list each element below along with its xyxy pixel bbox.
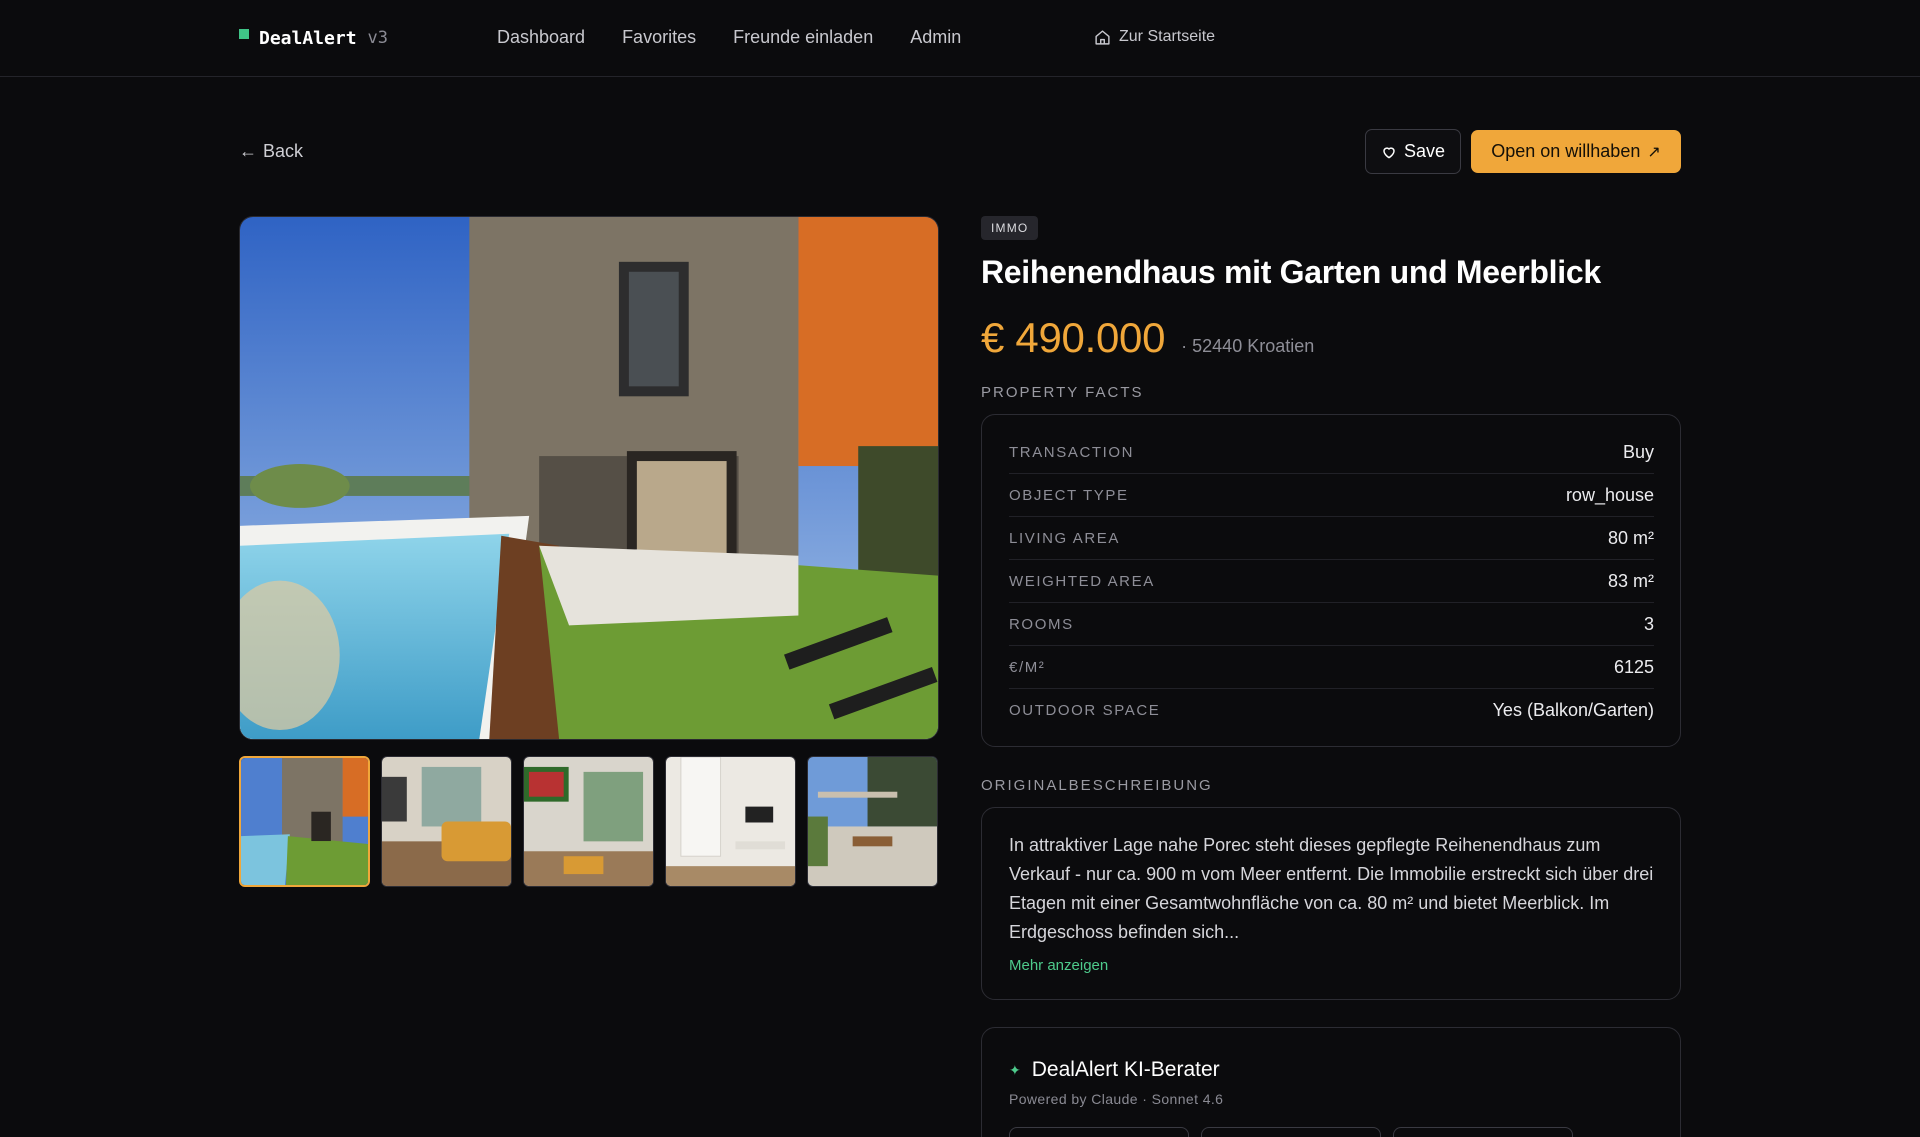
thumb-living-room xyxy=(382,757,511,886)
save-button[interactable]: Save xyxy=(1365,129,1461,174)
fact-value: Buy xyxy=(1622,441,1654,462)
fact-key: €/M² xyxy=(1009,658,1046,676)
listing-details: IMMO Reihenendhaus mit Garten und Meerbl… xyxy=(981,216,1681,1137)
ai-prompt-chip[interactable] xyxy=(1009,1127,1189,1137)
ai-advisor-title: DealAlert KI-Berater xyxy=(1031,1058,1220,1081)
brand-version: v3 xyxy=(367,28,389,48)
ai-advisor-subtitle: Powered by Claude · Sonnet 4.6 xyxy=(1009,1091,1224,1107)
fact-row-living-area: LIVING AREA 80 m² xyxy=(1009,517,1654,560)
fact-row-price-per-sqm: €/M² 6125 xyxy=(1009,646,1654,689)
arrow-left-icon: ← xyxy=(239,141,257,161)
fact-value: 6125 xyxy=(1613,656,1654,677)
home-icon xyxy=(1095,29,1110,45)
main-nav: Dashboard Favorites Freunde einladen Adm… xyxy=(497,25,961,49)
listing-title: Reihenendhaus mit Garten und Meerblick xyxy=(981,254,1601,290)
property-facts-label: PROPERTY FACTS xyxy=(981,384,1144,401)
fact-row-outdoor-space: OUTDOOR SPACE Yes (Balkon/Garten) xyxy=(1009,689,1654,732)
nav-favorites[interactable]: Favorites xyxy=(622,25,696,49)
thumbnail-strip xyxy=(239,756,938,887)
listing-price: € 490.000 xyxy=(981,314,1166,361)
fact-key: ROOMS xyxy=(1009,615,1074,633)
fact-value: Yes (Balkon/Garten) xyxy=(1492,700,1654,720)
fact-key: OUTDOOR SPACE xyxy=(1009,702,1161,719)
home-link-label: Zur Startseite xyxy=(1119,28,1216,45)
main-photo[interactable] xyxy=(239,216,939,740)
thumbnail-3[interactable] xyxy=(523,756,654,887)
ai-prompt-chip[interactable] xyxy=(1201,1127,1381,1137)
ai-prompt-chips xyxy=(1009,1127,1654,1137)
fact-row-transaction: TRANSACTION Buy xyxy=(1009,431,1654,474)
home-link[interactable]: Zur Startseite xyxy=(1094,26,1215,48)
thumbnail-4[interactable] xyxy=(665,756,796,887)
thumb-tv-living-area xyxy=(524,757,653,886)
back-label: Back xyxy=(263,141,304,161)
thumb-bedroom xyxy=(666,757,795,886)
brand-square-icon xyxy=(239,29,249,39)
fact-key: WEIGHTED AREA xyxy=(1009,572,1155,590)
fact-value: 80 m² xyxy=(1607,527,1654,548)
thumb-garden-pergola xyxy=(808,757,937,886)
fact-row-rooms: ROOMS 3 xyxy=(1009,603,1654,646)
external-arrow-icon: ↗ xyxy=(1647,143,1661,161)
top-navigation: DealAlert v3 Dashboard Favorites Freunde… xyxy=(0,0,1920,77)
description-label: ORIGINALBESCHREIBUNG xyxy=(981,777,1213,794)
fact-key: LIVING AREA xyxy=(1009,529,1120,547)
nav-admin[interactable]: Admin xyxy=(910,25,961,49)
fact-key: OBJECT TYPE xyxy=(1009,486,1129,504)
fact-value: row_house xyxy=(1565,484,1654,505)
brand-name: DealAlert xyxy=(259,27,357,49)
save-label: Save xyxy=(1403,141,1446,161)
ai-advisor-card: ✦ DealAlert KI-Berater Powered by Claude… xyxy=(981,1027,1681,1137)
thumb-pool-exterior xyxy=(241,758,368,885)
ai-advisor-header: ✦ DealAlert KI-Berater xyxy=(1009,1058,1654,1082)
sparkle-icon: ✦ xyxy=(1009,1061,1021,1078)
listing-location: · 52440 Kroatien xyxy=(1181,336,1315,356)
thumbnail-5[interactable] xyxy=(807,756,938,887)
show-more-link[interactable]: Mehr anzeigen xyxy=(1009,957,1108,974)
open-on-willhaben-button[interactable]: Open on willhaben ↗ xyxy=(1471,130,1681,173)
fact-row-object-type: OBJECT TYPE row_house xyxy=(1009,474,1654,517)
nav-invite-friends[interactable]: Freunde einladen xyxy=(733,25,873,49)
brand-logo[interactable]: DealAlert v3 xyxy=(239,26,388,50)
fact-row-weighted-area: WEIGHTED AREA 83 m² xyxy=(1009,560,1654,603)
back-link[interactable]: ← Back xyxy=(239,139,303,163)
price-row: € 490.000 · 52440 Kroatien xyxy=(981,314,1681,362)
heart-icon xyxy=(1383,146,1395,158)
description-text: In attraktiver Lage nahe Porec steht die… xyxy=(1009,835,1654,942)
pool-garden-photo xyxy=(240,217,938,739)
fact-key: TRANSACTION xyxy=(1009,443,1135,461)
fact-value: 83 m² xyxy=(1607,570,1654,591)
nav-dashboard[interactable]: Dashboard xyxy=(497,25,585,49)
fact-value: 3 xyxy=(1643,613,1654,634)
open-label: Open on willhaben xyxy=(1491,141,1641,161)
thumbnail-2[interactable] xyxy=(381,756,512,887)
ai-prompt-chip[interactable] xyxy=(1393,1127,1573,1137)
category-badge: IMMO xyxy=(981,216,1039,240)
property-facts-card: TRANSACTION Buy OBJECT TYPE row_house LI… xyxy=(981,414,1681,747)
description-card: In attraktiver Lage nahe Porec steht die… xyxy=(981,807,1681,1000)
thumbnail-1[interactable] xyxy=(239,756,370,887)
